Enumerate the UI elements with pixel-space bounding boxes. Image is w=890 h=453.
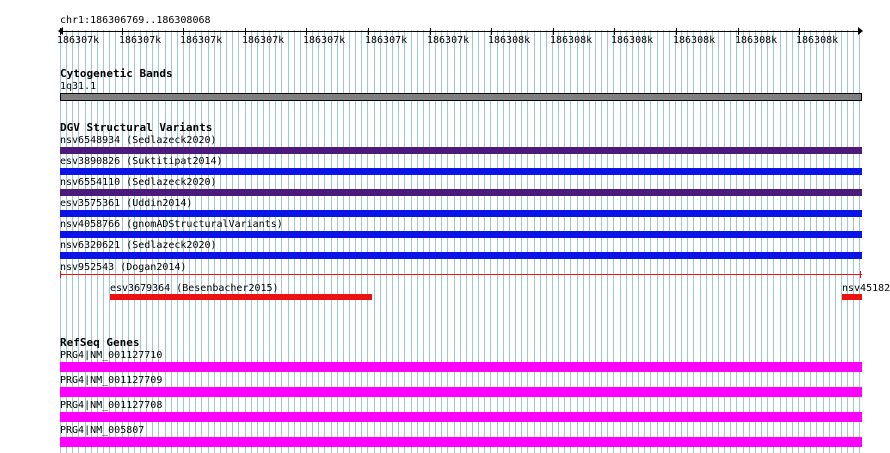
ruler-tick-mark	[491, 28, 492, 35]
cytoband-label: 1q31.1	[60, 81, 97, 92]
dgv-variant-label: nsv6554110 (Sedlazeck2020)	[60, 177, 217, 188]
dgv-variant-bar[interactable]	[60, 189, 862, 196]
ruler-tick-label: 186308k	[611, 35, 654, 46]
refseq-gene-label: PRG4|NM_001127709	[60, 375, 163, 386]
dgv-variant-label: esv3575361 (Uddin2014)	[60, 198, 193, 209]
dgv-variant-span-line[interactable]	[60, 274, 862, 275]
dgv-variant-bar[interactable]	[60, 210, 862, 217]
ruler-tick-label: 186307k	[57, 35, 100, 46]
refseq-gene-label: PRG4|NM_005807	[60, 425, 145, 436]
ruler-tick-label: 186307k	[303, 35, 346, 46]
ruler-tick-mark	[614, 28, 615, 35]
refseq-gene-label: PRG4|NM_001127710	[60, 350, 163, 361]
cytogenetic-bands-title: Cytogenetic Bands	[60, 67, 173, 80]
ruler-tick-mark	[306, 28, 307, 35]
dgv-variant-bar[interactable]	[60, 231, 862, 238]
dgv-variant-span-end-cap	[860, 271, 861, 278]
dgv-track-title: DGV Structural Variants	[60, 121, 213, 134]
dgv-variant-span-start-cap	[60, 271, 61, 278]
ruler-tick-mark	[553, 28, 554, 35]
dgv-variant-bar[interactable]	[60, 168, 862, 175]
ruler-axis-line	[60, 31, 861, 32]
ruler-tick-mark	[738, 28, 739, 35]
refseq-gene-bar[interactable]	[60, 362, 862, 372]
ruler-tick-label: 186307k	[119, 35, 162, 46]
ruler-tick-label: 186308k	[673, 35, 716, 46]
ruler-tick-mark	[368, 28, 369, 35]
ruler-tick-label: 186308k	[796, 35, 839, 46]
ruler-tick-mark	[799, 28, 800, 35]
dgv-variant-label: nsv6548934 (Sedlazeck2020)	[60, 135, 217, 146]
ruler-tick-mark	[60, 28, 61, 35]
ruler-tick-mark	[430, 28, 431, 35]
dgv-variant-bar[interactable]	[60, 252, 862, 259]
refseq-gene-bar[interactable]	[60, 412, 862, 422]
ruler-tick-mark	[183, 28, 184, 35]
dgv-variant-bar[interactable]	[110, 294, 372, 300]
ruler-tick-label: 186308k	[488, 35, 531, 46]
dgv-variant-label: esv3890826 (Suktitipat2014)	[60, 156, 223, 167]
ruler-tick-label: 186307k	[180, 35, 223, 46]
ruler-tick-label: 186308k	[550, 35, 593, 46]
dgv-variant-bar[interactable]	[60, 147, 862, 154]
dgv-variant-label: nsv6320621 (Sedlazeck2020)	[60, 240, 217, 251]
refseq-track-title: RefSeq Genes	[60, 336, 140, 349]
refseq-gene-bar[interactable]	[60, 437, 862, 447]
dgv-variant-bar[interactable]	[842, 294, 862, 300]
ruler-location: chr1:186306769..186308068	[60, 15, 211, 26]
ruler-tick-label: 186307k	[427, 35, 470, 46]
dgv-variant-label: nsv4058766 (gnomADStructuralVariants)	[60, 219, 283, 230]
ruler-right-arrow	[858, 27, 863, 35]
ruler-tick-mark	[245, 28, 246, 35]
refseq-gene-bar[interactable]	[60, 387, 862, 397]
ruler-tick-mark	[122, 28, 123, 35]
ruler-tick-mark	[676, 28, 677, 35]
refseq-gene-label: PRG4|NM_001127708	[60, 400, 163, 411]
ruler-tick-label: 186307k	[365, 35, 408, 46]
dgv-variant-label: nsv952543 (Dogan2014)	[60, 262, 187, 273]
ruler-tick-label: 186308k	[735, 35, 778, 46]
cytoband-bar[interactable]	[60, 93, 862, 101]
ruler-tick-label: 186307k	[242, 35, 285, 46]
